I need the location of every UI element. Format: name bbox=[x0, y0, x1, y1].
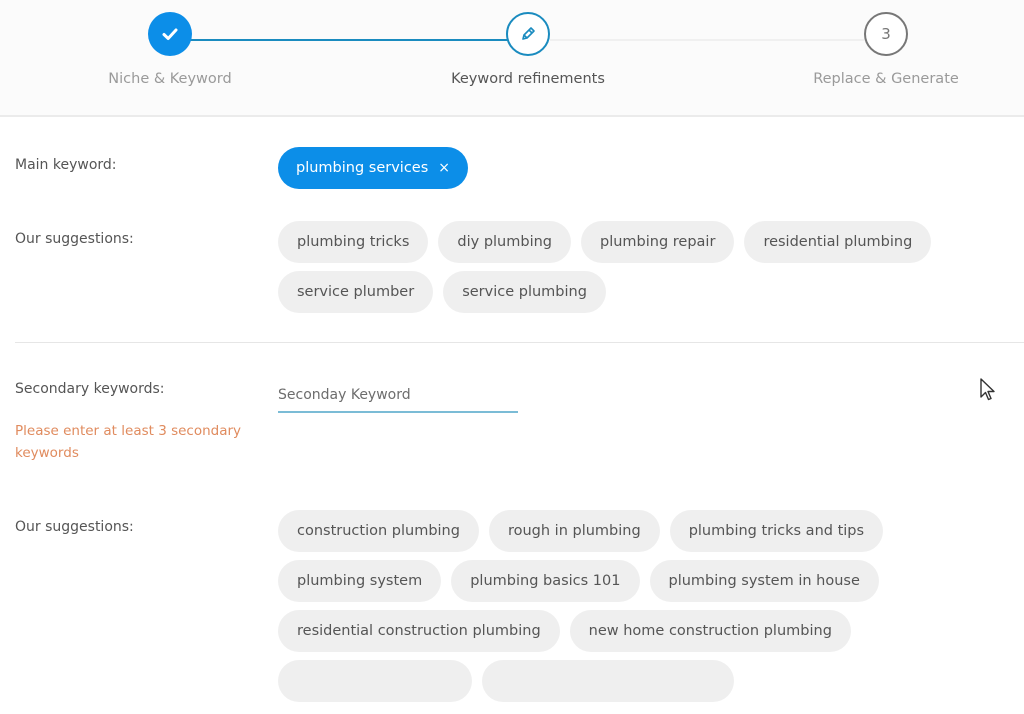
main-suggestions-list: plumbing tricks diy plumbing plumbing repa… bbox=[278, 221, 998, 321]
suggestion-chip[interactable]: service plumbing bbox=[443, 271, 606, 313]
step-3-circle[interactable]: 3 bbox=[864, 12, 908, 56]
step-1-circle[interactable] bbox=[148, 12, 192, 56]
suggestion-chip[interactable]: construction plumbing bbox=[278, 510, 479, 552]
step-1-label[interactable]: Niche & Keyword bbox=[108, 71, 231, 87]
step-connector-pending bbox=[550, 39, 866, 41]
suggestion-chip[interactable]: plumbing tricks bbox=[278, 221, 429, 263]
suggestion-chip[interactable]: residential plumbing bbox=[744, 221, 932, 263]
mouse-cursor-icon bbox=[980, 378, 995, 401]
suggestion-chip[interactable]: plumbing system in house bbox=[649, 560, 879, 602]
pencil-icon bbox=[522, 27, 535, 40]
secondary-suggestions-label: Our suggestions: bbox=[15, 519, 134, 535]
suggestion-chip[interactable]: diy plumbing bbox=[438, 221, 571, 263]
secondary-keyword-input[interactable] bbox=[278, 379, 518, 413]
main-keyword-chip: plumbing services × bbox=[278, 147, 469, 189]
main-keyword-value: plumbing services bbox=[296, 160, 429, 176]
step-connector-done bbox=[170, 39, 528, 41]
suggestion-chip-cutoff[interactable] bbox=[482, 660, 734, 702]
progress-stepper: 3 Niche & Keyword Keyword refinements Re… bbox=[0, 0, 1024, 117]
main-keyword-label: Main keyword: bbox=[15, 157, 117, 173]
suggestion-chip[interactable]: new home construction plumbing bbox=[569, 610, 851, 652]
step-2-label[interactable]: Keyword refinements bbox=[451, 71, 605, 87]
suggestion-chip[interactable]: service plumber bbox=[278, 271, 434, 313]
main-suggestions-label: Our suggestions: bbox=[15, 231, 134, 247]
suggestion-chip[interactable]: plumbing system bbox=[278, 560, 442, 602]
step-3-number: 3 bbox=[881, 25, 891, 43]
secondary-keywords-label: Secondary keywords: bbox=[15, 381, 165, 397]
secondary-keywords-error: Please enter at least 3 secondary keywor… bbox=[15, 423, 242, 461]
check-icon bbox=[162, 28, 178, 40]
suggestion-chip[interactable]: residential construction plumbing bbox=[278, 610, 560, 652]
secondary-suggestions-list: construction plumbing rough in plumbing pl… bbox=[278, 510, 998, 714]
suggestion-chip[interactable]: plumbing repair bbox=[581, 221, 735, 263]
suggestion-chip[interactable]: rough in plumbing bbox=[488, 510, 660, 552]
suggestion-chip-cutoff[interactable] bbox=[278, 660, 472, 702]
section-divider bbox=[15, 342, 1024, 343]
remove-keyword-icon[interactable]: × bbox=[438, 160, 450, 176]
suggestion-chip[interactable]: plumbing basics 101 bbox=[451, 560, 640, 602]
suggestion-chip[interactable]: plumbing tricks and tips bbox=[669, 510, 884, 552]
step-2-circle[interactable] bbox=[506, 12, 550, 56]
step-3-label[interactable]: Replace & Generate bbox=[813, 71, 959, 87]
